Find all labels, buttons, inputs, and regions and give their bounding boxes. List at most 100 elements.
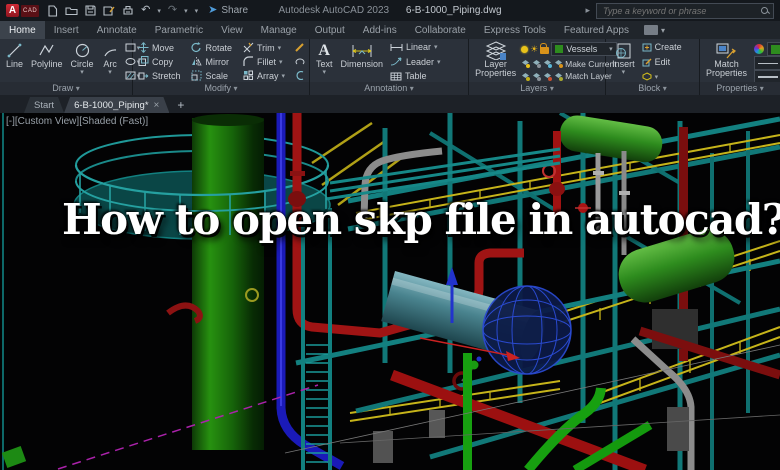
plot-icon[interactable] (122, 5, 134, 16)
autocad-logo-icon[interactable]: A CAD (6, 4, 40, 17)
rotate-button[interactable]: Rotate (191, 42, 236, 53)
array-button[interactable]: Array ▾ (243, 70, 290, 81)
polyline-button[interactable]: Polyline (28, 41, 66, 82)
current-layer-name: Vessels (566, 44, 598, 54)
ribbon-display-toggle[interactable]: ▾ (643, 21, 665, 39)
search-input[interactable] (601, 4, 761, 17)
dimension-button[interactable]: Dimension (337, 41, 386, 82)
search-icon[interactable] (761, 6, 769, 15)
insert-block-button[interactable]: Insert ▾ (609, 41, 638, 82)
block-attributes-button[interactable]: ▾ (642, 72, 682, 81)
object-color-dropdown[interactable]: ByLayer (754, 42, 780, 56)
redo-dropdown-icon[interactable]: ▾ (184, 7, 188, 15)
scale-button[interactable]: Scale (191, 70, 236, 81)
line-button[interactable]: Line (3, 41, 26, 82)
insert-block-icon (613, 41, 633, 60)
panel-block-title[interactable]: Block ▾ (606, 82, 699, 95)
explode-tool-icon[interactable] (295, 71, 305, 80)
match-properties-icon (716, 41, 737, 60)
layer-merge-icon[interactable] (543, 72, 553, 81)
linear-dimension-button[interactable]: Linear ▾ (390, 42, 441, 52)
panel-layers-title[interactable]: Layers ▾ (469, 82, 606, 95)
tab-manage[interactable]: Manage (252, 21, 306, 39)
new-file-icon[interactable] (47, 4, 58, 17)
mirror-button[interactable]: Mirror (191, 56, 236, 67)
layer-freeze-icon[interactable] (543, 59, 553, 68)
erase-tool-icon[interactable] (295, 43, 305, 52)
tab-home[interactable]: Home (0, 21, 45, 39)
file-tab-close-icon[interactable]: × (154, 100, 160, 111)
column-vessel[interactable] (192, 114, 264, 450)
drawing-area[interactable]: [-] [Custom View] [Shaded (Fast)] How to… (0, 113, 780, 470)
layer-off-icon[interactable] (521, 72, 531, 81)
magenta-reference-line (57, 384, 319, 470)
share-button[interactable]: ➤ Share (208, 5, 248, 17)
move-button[interactable]: Move (138, 42, 185, 53)
panel-draw-title[interactable]: Draw ▾ (0, 82, 132, 95)
copy-button[interactable]: Copy (138, 56, 185, 67)
tab-collaborate[interactable]: Collaborate (406, 21, 475, 39)
open-folder-icon[interactable] (65, 5, 78, 16)
stretch-button[interactable]: Stretch (138, 70, 185, 81)
help-search-box (596, 2, 774, 19)
text-button[interactable]: A Text ▾ (313, 41, 336, 82)
arc-icon (102, 41, 119, 60)
offset-tool-icon[interactable] (295, 57, 305, 66)
text-icon: A (318, 41, 330, 59)
panel-modify-title[interactable]: Modify ▾ (133, 82, 309, 95)
trim-button[interactable]: Trim ▾ (243, 42, 290, 53)
headline-overlay-text: How to open skp file in autocad? (62, 195, 780, 244)
layer-state-icon[interactable] (521, 59, 531, 68)
search-collapse-icon[interactable]: ▸ (585, 5, 590, 16)
viewport-visual-style-control[interactable]: [Shaded (Fast)] (79, 116, 148, 127)
linetype-dropdown[interactable]: ByLayer (754, 56, 780, 70)
new-drawing-tab-button[interactable]: + (177, 99, 184, 111)
qat-customize-icon[interactable]: ▾ (195, 7, 199, 15)
ribbon: Line Polyline Circle ▾ Arc ▾ ▾ ▾ ▾ Draw … (0, 39, 780, 95)
file-tab-start[interactable]: Start (24, 97, 64, 113)
line-icon (6, 41, 23, 60)
create-block-button[interactable]: Create (642, 42, 682, 52)
viewport-view-control[interactable]: [Custom View] (15, 116, 79, 127)
layer-properties-button[interactable]: Layer Properties (472, 41, 519, 82)
save-as-icon[interactable] (103, 5, 115, 16)
table-button[interactable]: Table (390, 71, 441, 81)
undo-icon[interactable]: ↶ (141, 5, 150, 16)
tab-addins[interactable]: Add-ins (354, 21, 406, 39)
edit-block-button[interactable]: Edit (642, 57, 682, 67)
lineweight-dropdown[interactable]: ByLayer (754, 70, 780, 82)
layer-isolate-icon[interactable] (532, 59, 542, 68)
panel-properties-title[interactable]: Properties ▾ (699, 82, 780, 95)
file-tab-document[interactable]: 6-B-1000_Piping* × (64, 97, 169, 113)
tab-parametric[interactable]: Parametric (146, 21, 212, 39)
layer-on-icon[interactable] (521, 45, 529, 53)
viewport-menu-control[interactable]: [-] (6, 116, 15, 127)
tab-output[interactable]: Output (306, 21, 354, 39)
autocad-window: A CAD ↶ ▾ ↷ ▾ ▾ ➤ Share Autodesk AutoCAD… (0, 0, 780, 470)
layer-unlock-icon[interactable] (540, 43, 550, 54)
match-properties-button[interactable]: Match Properties (703, 41, 750, 82)
file-tab-bar: Start 6-B-1000_Piping* × + (0, 95, 780, 113)
panel-annotation-title[interactable]: Annotation ▾ (309, 82, 469, 95)
circle-button[interactable]: Circle ▾ (68, 41, 97, 82)
layer-thaw-icon[interactable]: ☀ (530, 44, 538, 54)
tab-annotate[interactable]: Annotate (88, 21, 146, 39)
layer-properties-icon (485, 41, 507, 60)
tab-featured-apps[interactable]: Featured Apps (555, 21, 638, 39)
fillet-button[interactable]: Fillet ▾ (243, 56, 290, 67)
redo-icon[interactable]: ↷ (168, 5, 177, 16)
tab-insert[interactable]: Insert (45, 21, 88, 39)
layer-prev-icon[interactable] (554, 72, 564, 81)
save-icon[interactable] (85, 5, 96, 16)
undo-dropdown-icon[interactable]: ▾ (157, 7, 161, 15)
layer-walk-icon[interactable] (532, 72, 542, 81)
leader-button[interactable]: Leader ▾ (390, 57, 441, 67)
dimension-icon (351, 41, 373, 60)
tab-view[interactable]: View (212, 21, 252, 39)
panel-block: Insert ▾ Create Edit ▾ Block ▾ (606, 39, 700, 95)
tab-express-tools[interactable]: Express Tools (475, 21, 555, 39)
match-layer-button[interactable]: Match Layer (565, 71, 612, 81)
piping-3d-model[interactable] (0, 113, 780, 470)
arc-button[interactable]: Arc ▾ (99, 41, 122, 82)
layer-lock-icon[interactable] (554, 59, 564, 68)
